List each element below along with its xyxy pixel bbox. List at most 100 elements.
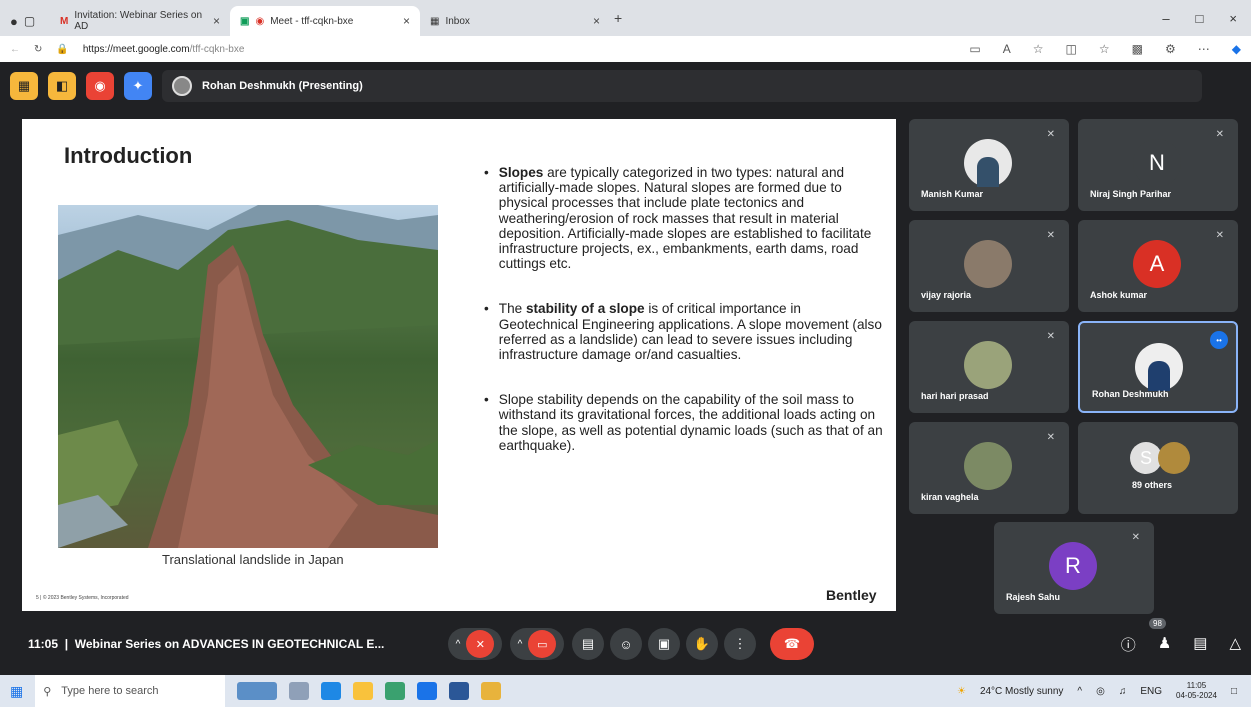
presenter-chip[interactable]: Rohan Deshmukh (Presenting) bbox=[162, 70, 1202, 102]
extensions-icon[interactable]: ⚙ bbox=[1165, 42, 1176, 56]
activities-icon[interactable]: △ bbox=[1229, 634, 1241, 655]
taskbar-search[interactable]: ⚲ Type here to search bbox=[35, 675, 226, 707]
collections-icon[interactable]: ▩ bbox=[1132, 42, 1143, 56]
network-icon[interactable]: ◎ bbox=[1096, 686, 1105, 697]
mic-off-icon: ✕ bbox=[1046, 331, 1055, 342]
chevron-up-icon[interactable]: ^ bbox=[518, 639, 523, 650]
people-icon[interactable]: ♟ bbox=[1158, 634, 1171, 655]
avatar: R bbox=[1049, 542, 1097, 590]
mic-off-icon: ✕ bbox=[1215, 129, 1224, 140]
browser-tab-bar: ● ▢ M Invitation: Webinar Series on AD ×… bbox=[0, 0, 1251, 36]
clock[interactable]: 11:05 04-05-2024 bbox=[1176, 681, 1217, 701]
captions-button[interactable]: ▤ bbox=[572, 628, 604, 660]
captions-icon[interactable]: ◧ bbox=[48, 72, 76, 100]
participant-name: kiran vaghela bbox=[921, 492, 979, 502]
menu-icon[interactable]: ⋯ bbox=[1198, 42, 1210, 56]
weather-text[interactable]: 24°C Mostly sunny bbox=[980, 686, 1063, 697]
new-tab-button[interactable]: + bbox=[614, 10, 622, 26]
meet-top-bar: ▦ ◧ ◉ ✦ Rohan Deshmukh (Presenting) bbox=[10, 68, 1202, 104]
close-icon[interactable]: × bbox=[593, 14, 600, 28]
notifications-icon[interactable]: □ bbox=[1231, 686, 1237, 697]
avatar bbox=[964, 240, 1012, 288]
reload-icon[interactable]: ↻ bbox=[34, 44, 42, 55]
cast-icon[interactable]: ▭ bbox=[969, 42, 980, 56]
windows-start-icon[interactable]: ▦ bbox=[10, 683, 23, 700]
tab-gmail[interactable]: M Invitation: Webinar Series on AD × bbox=[50, 6, 230, 36]
participant-tile[interactable]: ✕ kiran vaghela bbox=[909, 422, 1069, 514]
word-icon[interactable] bbox=[449, 682, 470, 700]
copilot-icon[interactable]: ◆ bbox=[1232, 42, 1241, 56]
participant-tile[interactable]: ✕ A Ashok kumar bbox=[1078, 220, 1238, 312]
search-highlight-icon[interactable] bbox=[237, 682, 278, 700]
others-tile[interactable]: S 89 others bbox=[1078, 422, 1238, 514]
mic-off-icon: ✕ bbox=[1131, 532, 1140, 543]
avatar bbox=[964, 341, 1012, 389]
address-bar: ← ↻ 🔒 https://meet.google.com/tff-cqkn-b… bbox=[0, 36, 1251, 62]
avatar: A bbox=[1133, 240, 1181, 288]
bullet-strong: Slopes bbox=[498, 165, 544, 180]
favorite-icon[interactable]: ☆ bbox=[1033, 42, 1044, 56]
slide-footnote: 5 | © 2023 Bentley Systems, Incorporated bbox=[36, 595, 129, 601]
split-screen-icon[interactable]: ◫ bbox=[1066, 42, 1077, 56]
tray-expand-icon[interactable]: ^ bbox=[1077, 686, 1082, 697]
chat-icon[interactable]: ▤ bbox=[1193, 634, 1207, 655]
language-indicator[interactable]: ENG bbox=[1140, 686, 1162, 697]
tab-meet[interactable]: ▣ ◉ Meet - tff-cqkn-bxe × bbox=[230, 6, 420, 36]
close-icon[interactable]: × bbox=[213, 14, 220, 28]
favorites-list-icon[interactable]: ☆ bbox=[1099, 42, 1110, 56]
speaking-icon: •• bbox=[1210, 331, 1228, 349]
url-host: https://meet.google.com bbox=[82, 43, 190, 55]
bullet-pre: The bbox=[498, 301, 526, 317]
emoji-button[interactable]: ☺ bbox=[610, 628, 642, 660]
meeting-info: 11:05 | Webinar Series on ADVANCES IN GE… bbox=[28, 637, 384, 651]
task-view-icon[interactable] bbox=[289, 682, 310, 700]
raise-hand-button[interactable]: ✋ bbox=[686, 628, 718, 660]
leave-call-button[interactable]: ☎ bbox=[770, 628, 814, 660]
photo-caption: Translational landslide in Japan bbox=[162, 552, 344, 567]
profile-area[interactable]: ● ▢ bbox=[0, 6, 50, 36]
present-button[interactable]: ▣ bbox=[648, 628, 680, 660]
close-icon[interactable]: × bbox=[403, 14, 410, 28]
record-icon[interactable]: ◉ bbox=[86, 72, 114, 100]
avatar bbox=[172, 76, 192, 96]
slide-bullets: • Slopes are typically categorized in tw… bbox=[484, 165, 884, 479]
info-icon[interactable]: ⓘ bbox=[1121, 634, 1136, 655]
participant-tile[interactable]: ✕ hari hari prasad bbox=[909, 321, 1069, 413]
file-explorer-icon[interactable] bbox=[353, 682, 374, 700]
meeting-time: 11:05 bbox=[28, 637, 59, 651]
participant-tile[interactable]: ✕ R Rajesh Sahu bbox=[994, 522, 1154, 614]
app-icon[interactable] bbox=[481, 682, 502, 700]
participant-tile[interactable]: ✕ N Niraj Singh Parihar bbox=[1078, 119, 1238, 211]
activities-icon[interactable]: ✦ bbox=[124, 72, 152, 100]
chevron-up-icon[interactable]: ^ bbox=[456, 639, 461, 650]
more-options-button[interactable]: ⋮ bbox=[724, 628, 756, 660]
close-window-icon[interactable]: × bbox=[1229, 11, 1237, 26]
volume-icon[interactable]: ♫ bbox=[1119, 686, 1127, 697]
inbox-icon: ▦ bbox=[430, 15, 440, 27]
tab-actions-icon[interactable]: ▢ bbox=[24, 14, 35, 28]
minimize-icon[interactable]: – bbox=[1162, 11, 1169, 26]
window-controls: – □ × bbox=[1162, 11, 1251, 26]
tab-inbox[interactable]: ▦ Inbox × bbox=[420, 6, 610, 36]
participant-name: Rajesh Sahu bbox=[1006, 592, 1061, 602]
emoji-icon: ☺ bbox=[619, 636, 633, 652]
layout-icon[interactable]: ▦ bbox=[10, 72, 38, 100]
edge-icon[interactable] bbox=[321, 682, 342, 700]
search-icon: ⚲ bbox=[43, 685, 52, 698]
participant-tile-speaking[interactable]: •• Rohan Deshmukh bbox=[1078, 321, 1238, 413]
url-field[interactable]: https://meet.google.com/tff-cqkn-bxe bbox=[83, 44, 245, 55]
participant-name: Niraj Singh Parihar bbox=[1090, 189, 1172, 199]
store-icon[interactable] bbox=[385, 682, 406, 700]
camera-button[interactable]: ^ ▭ bbox=[510, 628, 564, 660]
participant-tile[interactable]: ✕ vijay rajoria bbox=[909, 220, 1069, 312]
restore-icon[interactable]: □ bbox=[1196, 11, 1204, 26]
mic-button[interactable]: ^ ✕ bbox=[448, 628, 502, 660]
read-aloud-icon[interactable]: A bbox=[1003, 42, 1011, 56]
hand-icon: ✋ bbox=[693, 636, 711, 651]
tab-label: Inbox bbox=[445, 15, 470, 27]
participant-tile[interactable]: ✕ Manish Kumar bbox=[909, 119, 1069, 211]
mail-icon[interactable] bbox=[417, 682, 438, 700]
profile-icon[interactable]: ● bbox=[10, 14, 18, 29]
back-icon[interactable]: ← bbox=[10, 44, 20, 55]
avatar bbox=[1135, 343, 1183, 391]
